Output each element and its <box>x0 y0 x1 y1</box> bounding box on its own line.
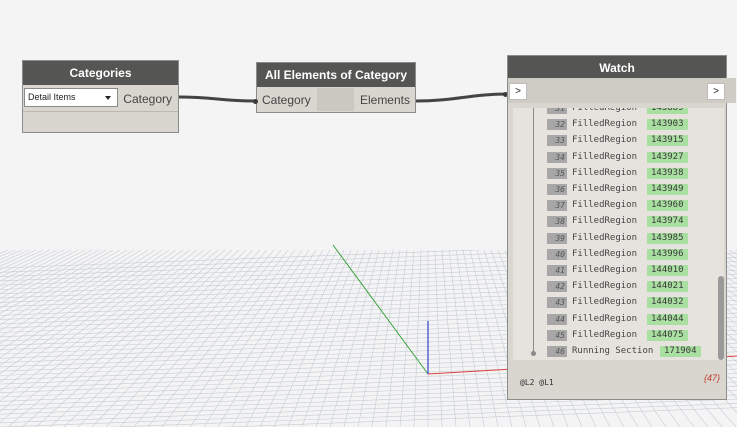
categories-output-port[interactable]: Category <box>123 92 172 106</box>
list-item[interactable]: 38 FilledRegion 143974 <box>513 215 713 228</box>
list-item-type: FilledRegion <box>572 297 638 308</box>
list-item-value: 143960 <box>647 200 688 212</box>
watch-expand-button[interactable]: > <box>707 83 725 100</box>
list-item-type: FilledRegion <box>572 329 638 340</box>
list-item[interactable]: 42 FilledRegion 144021 <box>513 280 713 293</box>
list-item-type: Running Section <box>572 346 654 356</box>
list-item-value: 144044 <box>647 313 688 325</box>
list-item-type: FilledRegion <box>572 119 638 130</box>
list-item-value: 143974 <box>647 216 688 228</box>
list-item-type: FilledRegion <box>572 265 638 275</box>
list-item-value: 144021 <box>647 281 688 293</box>
list-item-type: FilledRegion <box>572 248 638 259</box>
watch-output-list[interactable]: 31 FilledRegion 143889 32 FilledRegion 143903… <box>513 108 724 360</box>
list-item-value: 143996 <box>647 248 688 260</box>
list-item[interactable]: 43 FilledRegion 144032 <box>513 296 713 309</box>
list-item[interactable]: 45 FilledRegion 144075 <box>513 329 713 342</box>
list-item[interactable]: 41 FilledRegion 144010 <box>513 264 713 277</box>
list-item-type: FilledRegion <box>572 200 638 211</box>
watch-node[interactable]: Watch > > 31 FilledRegion 143889 32 FilledRe… <box>507 55 736 400</box>
all-elements-output-port[interactable]: Elements <box>360 93 410 107</box>
list-item-index: 31 <box>547 108 567 114</box>
list-item-type: FilledRegion <box>572 167 638 178</box>
list-item[interactable]: 44 FilledRegion 144044 <box>513 313 713 326</box>
list-item[interactable]: 33 FilledRegion 143915 <box>513 134 713 147</box>
list-item-value: 143889 <box>647 108 688 114</box>
list-item[interactable]: 39 FilledRegion 143985 <box>513 232 713 245</box>
node-center-panel <box>317 88 354 111</box>
list-item-index: 45 <box>547 329 567 341</box>
list-item[interactable]: 35 FilledRegion 143938 <box>513 167 713 180</box>
list-item-type: FilledRegion <box>572 184 638 194</box>
list-item-type: FilledRegion <box>572 313 638 324</box>
list-item[interactable]: 37 FilledRegion 143960 <box>513 199 713 212</box>
list-item-type: FilledRegion <box>572 108 638 113</box>
list-item-index: 36 <box>547 184 567 195</box>
list-item-value: 143949 <box>647 184 688 195</box>
list-item[interactable]: 40 FilledRegion 143996 <box>513 248 713 261</box>
list-item-type: FilledRegion <box>572 135 638 146</box>
list-item[interactable]: 46 Running Section 171904 <box>513 345 713 358</box>
list-item[interactable]: 32 FilledRegion 143903 <box>513 118 713 131</box>
list-item-index: 34 <box>547 151 567 163</box>
list-item[interactable]: 31 FilledRegion 143889 <box>513 108 713 115</box>
input-port-dot[interactable] <box>253 99 258 104</box>
list-item-index: 35 <box>547 167 567 179</box>
list-item-index: 33 <box>547 135 567 147</box>
list-item-type: FilledRegion <box>572 232 638 243</box>
watch-list-levels: @L2 @L1 <box>520 378 554 387</box>
node-divider <box>23 111 178 112</box>
list-item-index: 43 <box>547 297 567 309</box>
list-item-value: 144032 <box>647 297 688 309</box>
list-item-index: 46 <box>547 346 567 357</box>
list-item-type: FilledRegion <box>572 151 638 162</box>
list-item-index: 41 <box>547 265 567 276</box>
list-item-value: 143985 <box>647 232 688 244</box>
list-item-index: 38 <box>547 216 567 228</box>
list-item-index: 44 <box>547 313 567 325</box>
chevron-down-icon <box>105 96 111 100</box>
all-elements-node-title: All Elements of Category <box>257 63 415 87</box>
watch-scrollbar[interactable] <box>718 276 724 360</box>
list-item-value: 143938 <box>647 167 688 179</box>
list-item-index: 42 <box>547 281 567 293</box>
list-item-value: 171904 <box>660 346 701 357</box>
all-elements-node[interactable]: All Elements of Category Category Elemen… <box>256 62 416 113</box>
watch-input-button[interactable]: > <box>509 83 527 100</box>
list-item-type: FilledRegion <box>572 216 638 227</box>
watch-toolbar <box>508 78 736 103</box>
list-item-index: 40 <box>547 248 567 260</box>
category-dropdown-value: Detail Items <box>28 92 76 102</box>
list-item-value: 144010 <box>647 265 688 276</box>
categories-node[interactable]: Categories Detail Items Category <box>22 60 179 133</box>
watch-item-count: {47} <box>703 373 720 383</box>
watch-node-title: Watch <box>508 56 726 80</box>
list-item-value: 143927 <box>647 151 688 163</box>
list-item-value: 143903 <box>647 119 688 131</box>
list-item-index: 37 <box>547 200 567 212</box>
list-item-type: FilledRegion <box>572 281 638 292</box>
list-item[interactable]: 34 FilledRegion 143927 <box>513 151 713 164</box>
list-item-index: 32 <box>547 119 567 131</box>
list-item-value: 144075 <box>647 329 688 341</box>
categories-node-title: Categories <box>23 61 178 85</box>
all-elements-input-port[interactable]: Category <box>262 93 311 107</box>
list-item-value: 143915 <box>647 135 688 147</box>
axis-y-green <box>332 244 429 375</box>
category-dropdown[interactable]: Detail Items <box>24 88 118 107</box>
list-item[interactable]: 36 FilledRegion 143949 <box>513 183 713 196</box>
list-item-index: 39 <box>547 232 567 244</box>
